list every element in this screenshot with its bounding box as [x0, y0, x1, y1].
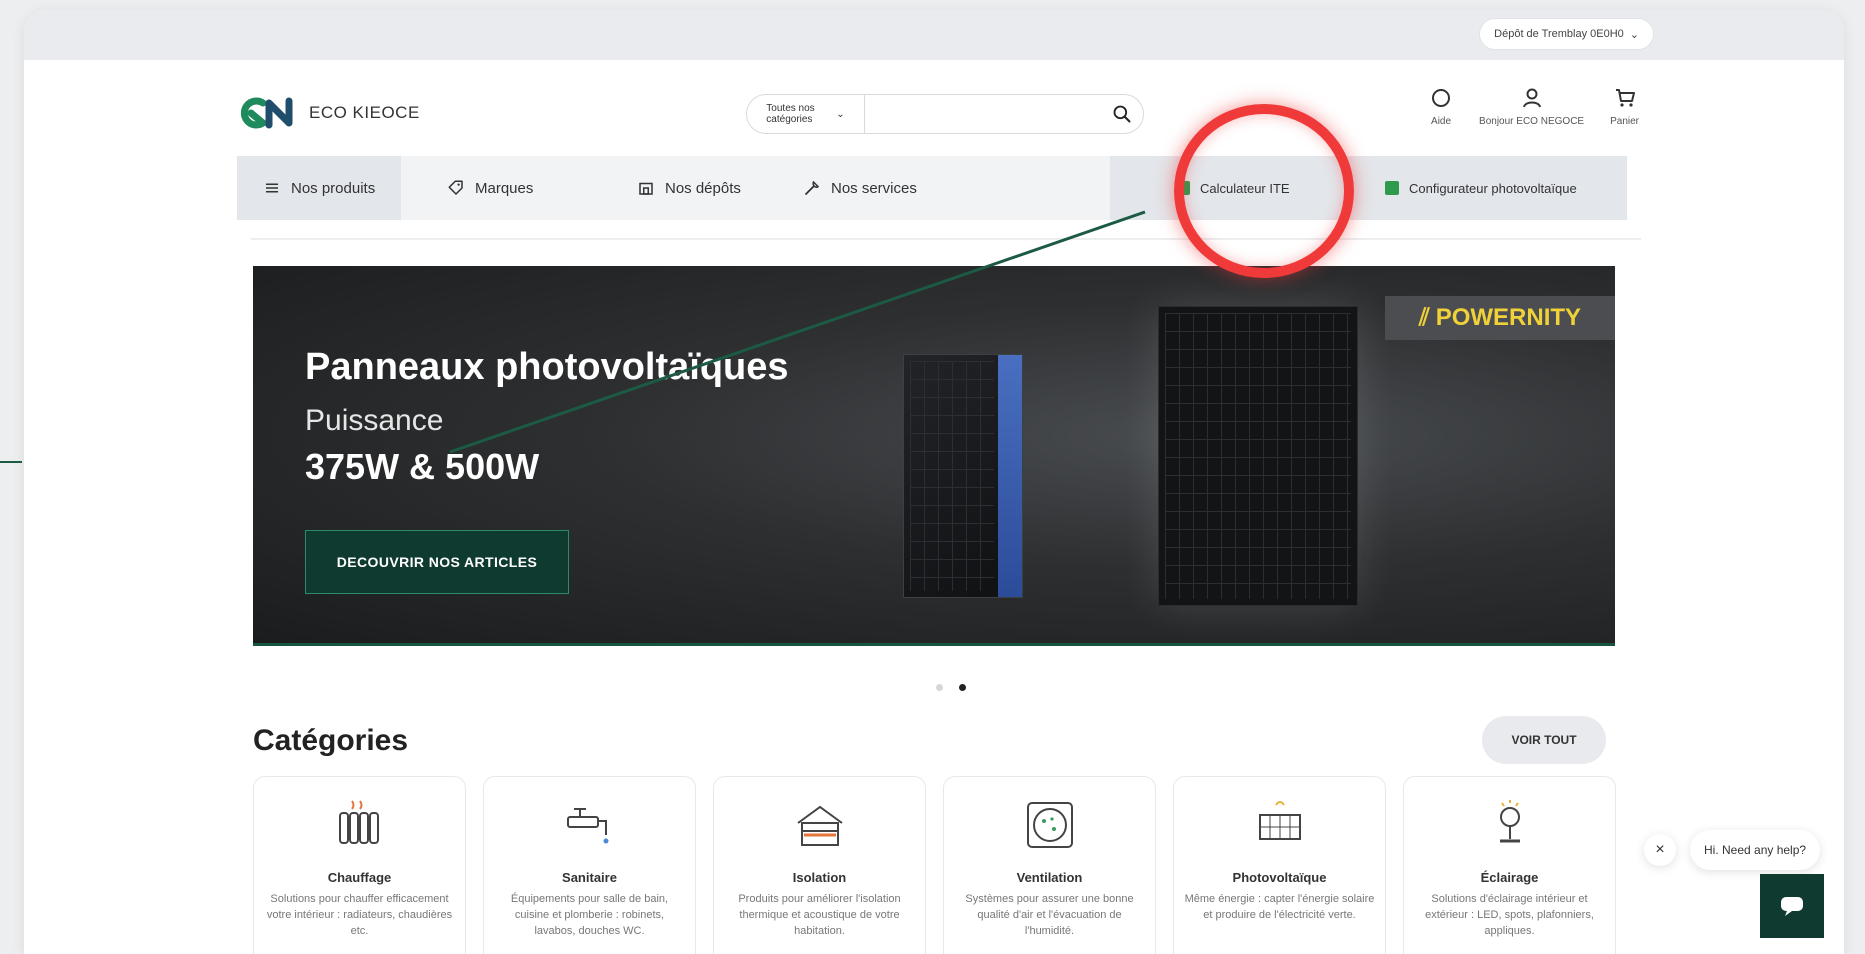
categories-title: Catégories — [253, 724, 409, 757]
nav-services[interactable]: Nos services — [803, 156, 917, 220]
search-button[interactable] — [1101, 95, 1143, 133]
help-action[interactable]: Aide — [1429, 86, 1453, 127]
banner-title: Panneaux photovoltaïques — [305, 346, 789, 388]
chat-prompt[interactable]: Hi. Need any help? — [1690, 830, 1821, 870]
nav-products-label: Nos produits — [291, 179, 376, 197]
search-bar: Toutes nos catégories ⌄ — [746, 94, 1144, 134]
category-name: Photovoltaïque — [1232, 870, 1327, 885]
account-label: Bonjour ECO NEGOCE — [1479, 116, 1585, 127]
chevron-down-icon: ⌄ — [836, 108, 845, 120]
category-card-plumbing[interactable]: Sanitaire Équipements pour salle de bain… — [483, 776, 696, 954]
solar-panel-image — [903, 354, 1023, 598]
faucet-icon — [566, 808, 608, 844]
header-actions: Aide Bonjour ECO NEGOCE Panier — [1429, 86, 1639, 127]
brand-badge: ⫽ POWERNITY — [1385, 296, 1615, 340]
browser-page: Dépôt de Tremblay 0E0H0 ⌄ ECO KIEOCE Tou… — [24, 10, 1844, 954]
nav-ite-calculator-label: Calculateur ITE — [1200, 180, 1290, 196]
carousel-dot-active[interactable] — [959, 684, 966, 691]
see-all-button[interactable]: VOIR TOUT — [1482, 716, 1606, 764]
nav-ite-calculator[interactable]: Calculateur ITE — [1176, 156, 1290, 220]
calculator-icon — [1176, 181, 1190, 195]
category-card-photovoltaic[interactable]: Photovoltaïque Même énergie : capter l'é… — [1173, 776, 1386, 954]
depot-icon — [639, 182, 653, 195]
nav-depots-label: Nos dépôts — [665, 179, 741, 197]
services-icon — [805, 180, 820, 195]
discover-articles-button[interactable]: DECOUVRIR NOS ARTICLES — [305, 530, 569, 594]
category-cards: Chauffage Solutions pour chauffer effica… — [253, 776, 1616, 954]
header-divider — [251, 238, 1641, 240]
nav-pv-configurator-label: Configurateur photovoltaïque — [1409, 180, 1577, 196]
category-card-ventilation[interactable]: Ventilation Systèmes pour assurer une bo… — [943, 776, 1156, 954]
configurator-icon — [1385, 181, 1399, 195]
category-desc: Systèmes pour assurer une bonne qualité … — [965, 893, 1134, 937]
cart-label: Panier — [1610, 116, 1639, 127]
carousel-dots — [936, 684, 966, 691]
nav-right-group: Calculateur ITE Configurateur photovolta… — [1110, 156, 1627, 220]
radiator-icon — [338, 800, 379, 844]
account-icon — [1522, 88, 1541, 108]
site-logo[interactable]: ECO KIEOCE — [237, 93, 420, 133]
panel-grid — [910, 361, 994, 591]
hero-banner[interactable]: Panneaux photovoltaïques Puissance 375W … — [253, 266, 1615, 646]
nav-depots[interactable]: Nos dépôts — [637, 156, 741, 220]
category-card-insulation[interactable]: Isolation Produits pour améliorer l'isol… — [713, 776, 926, 954]
category-name: Chauffage — [327, 870, 392, 885]
panel-edge — [998, 355, 1022, 597]
chevron-down-icon: ⌄ — [1629, 28, 1639, 41]
category-card-heating[interactable]: Chauffage Solutions pour chauffer effica… — [253, 776, 466, 954]
nav-products[interactable]: Nos produits — [237, 156, 402, 220]
category-card-lighting[interactable]: Éclairage Solutions d'éclairage intérieu… — [1403, 776, 1616, 954]
ventilation-icon — [1026, 802, 1073, 848]
chat-icon — [1781, 897, 1803, 916]
help-icon — [1432, 89, 1451, 107]
logo-mark-icon — [240, 97, 293, 129]
chat-open-button[interactable] — [1760, 874, 1824, 938]
search-category-select[interactable]: Toutes nos catégories ⌄ — [747, 95, 865, 133]
tag-icon — [448, 180, 463, 195]
lamp-icon — [1499, 800, 1520, 843]
account-action[interactable]: Bonjour ECO NEGOCE — [1479, 86, 1584, 127]
solar-panel-icon — [1258, 801, 1301, 840]
category-name: Ventilation — [1016, 870, 1083, 885]
category-desc: Solutions d'éclairage intérieur et extér… — [1425, 893, 1594, 937]
top-utility-bar: Dépôt de Tremblay 0E0H0 ⌄ — [24, 10, 1844, 60]
category-desc: Équipements pour salle de bain, cuisine … — [510, 893, 669, 937]
help-label: Aide — [1431, 116, 1452, 127]
category-name: Sanitaire — [562, 870, 617, 885]
search-icon — [1113, 105, 1131, 123]
nav-brands[interactable]: Marques — [447, 156, 533, 220]
search-input[interactable] — [865, 95, 1101, 133]
nav-brands-label: Marques — [475, 179, 534, 197]
solar-panel-large-image — [1158, 306, 1358, 606]
banner-power: 375W & 500W — [305, 446, 540, 487]
carousel-dot[interactable] — [936, 684, 943, 691]
menu-icon — [266, 183, 278, 193]
brand-name: POWERNITY — [1435, 304, 1582, 331]
banner-subtitle: Puissance — [305, 404, 444, 437]
category-desc: Même énergie : capter l'énergie solaire … — [1184, 893, 1375, 921]
category-desc: Produits pour améliorer l'isolation ther… — [738, 893, 901, 937]
nav-pv-configurator[interactable]: Configurateur photovoltaïque — [1385, 156, 1577, 220]
insulation-icon — [796, 805, 843, 846]
category-name: Isolation — [792, 870, 847, 885]
brand-logo-icon: ⫽ — [1418, 304, 1430, 331]
close-icon: × — [1655, 841, 1665, 858]
panel-grid — [1165, 313, 1351, 599]
category-name: Éclairage — [1480, 870, 1539, 885]
chat-close-button[interactable]: × — [1644, 834, 1676, 866]
site-header: ECO KIEOCE Toutes nos catégories ⌄ Aide — [24, 60, 1844, 166]
cart-action[interactable]: Panier — [1610, 86, 1639, 127]
category-desc: Solutions pour chauffer efficacement vot… — [266, 893, 453, 937]
search-category-label: Toutes nos catégories — [766, 103, 815, 125]
logo-text: ECO KIEOCE — [309, 103, 420, 122]
depot-selector[interactable]: Dépôt de Tremblay 0E0H0 ⌄ — [1479, 18, 1654, 50]
cart-icon — [1615, 89, 1635, 107]
depot-label: Dépôt de Tremblay 0E0H0 — [1494, 28, 1624, 40]
nav-services-label: Nos services — [831, 179, 917, 197]
main-navbar: Nos produits Marques Nos dépôts Nos serv… — [24, 156, 1844, 220]
